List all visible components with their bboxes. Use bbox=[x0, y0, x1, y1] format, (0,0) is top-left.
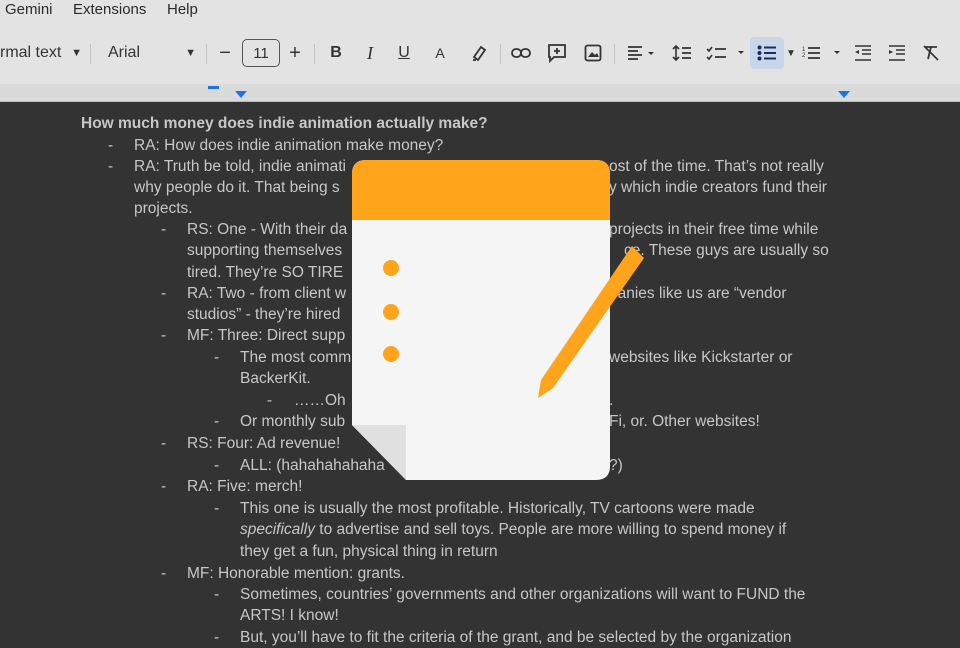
note-header bbox=[352, 160, 610, 220]
note-bullet bbox=[383, 346, 399, 362]
note-bullet bbox=[383, 260, 399, 276]
note-bullet bbox=[383, 304, 399, 320]
notes-pencil-icon bbox=[352, 160, 644, 480]
note-folded-corner bbox=[352, 425, 406, 480]
